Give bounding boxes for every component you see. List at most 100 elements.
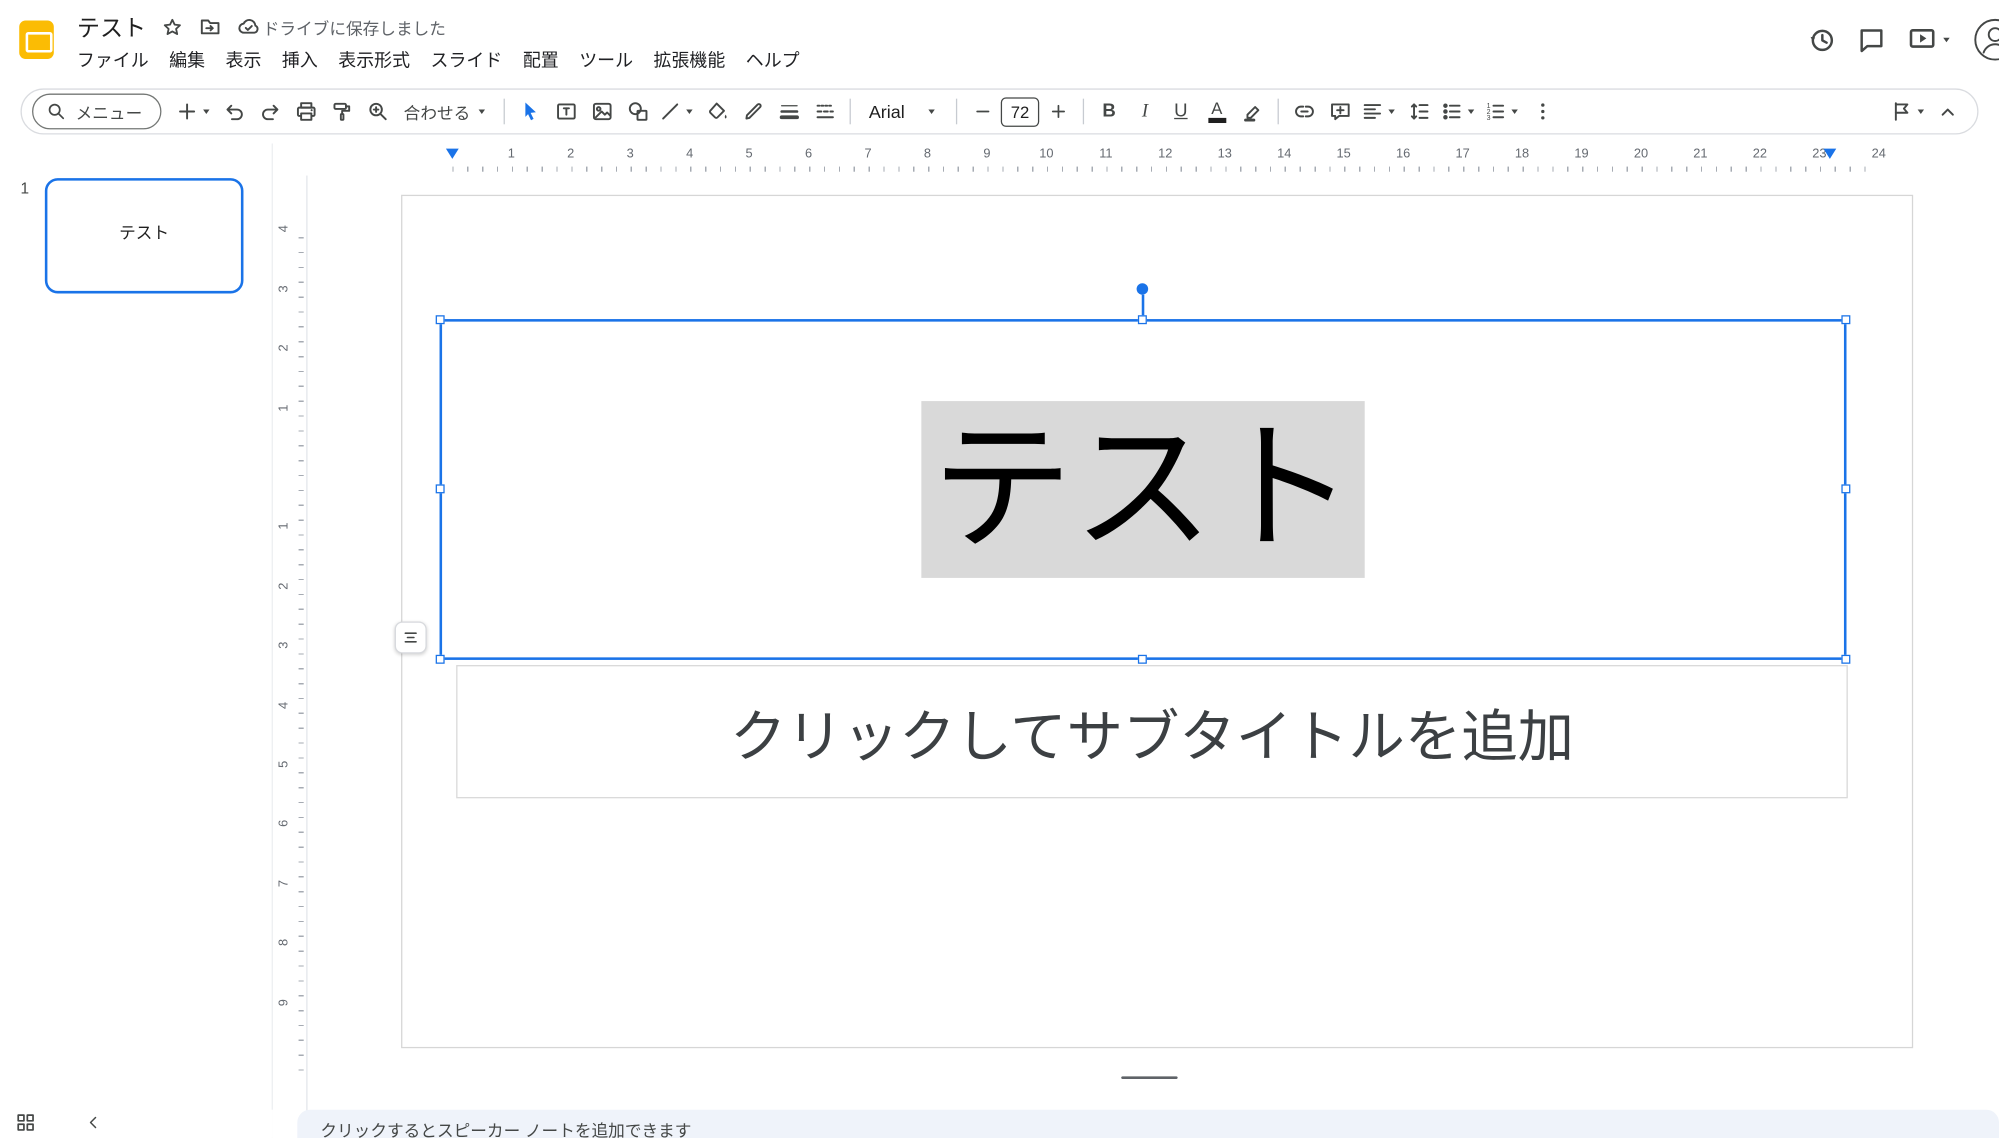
title-text-box[interactable]: テスト (440, 319, 1847, 660)
collapse-filmstrip-button[interactable] (85, 1114, 103, 1136)
text-color-button[interactable]: A (1199, 94, 1234, 130)
bullet-list-button[interactable] (1438, 94, 1480, 130)
ruler-number: 22 (1753, 147, 1767, 161)
star-button[interactable] (161, 16, 183, 38)
document-title[interactable]: テスト (77, 10, 146, 43)
google-slides-app: テスト ドライブに保存しました ファイル編集表示挿入表示形式スライド配置ツール拡… (0, 0, 1999, 1138)
rotation-handle[interactable] (1137, 283, 1149, 295)
align-button[interactable] (1358, 94, 1400, 130)
resize-handle-se[interactable] (1841, 655, 1850, 664)
border-dash-button[interactable] (807, 94, 842, 130)
menu-item[interactable]: 編集 (159, 44, 215, 77)
history-icon (1807, 25, 1836, 54)
add-comment-button[interactable] (1322, 94, 1357, 130)
speaker-notes-bar[interactable]: クリックするとスピーカー ノートを追加できます (297, 1110, 1999, 1138)
indent-marker-left[interactable] (445, 149, 458, 159)
resize-handle-n[interactable] (1138, 315, 1147, 324)
text-color-label: A (1211, 100, 1222, 117)
menu-item[interactable]: スライド (420, 44, 512, 77)
plus-icon (176, 100, 199, 123)
grid-view-button[interactable] (15, 1112, 36, 1136)
print-icon (294, 100, 317, 123)
slide-title-text[interactable]: テスト (921, 401, 1364, 579)
notes-resize-handle[interactable] (1121, 1076, 1177, 1079)
undo-button[interactable] (217, 94, 252, 130)
vertical-ruler[interactable]: 4321123456789 (273, 176, 308, 1138)
slide-canvas[interactable]: テスト クリックしてサブタイトルを追加 (401, 195, 1913, 1048)
resize-handle-w[interactable] (436, 484, 445, 493)
collapse-toolbar-button[interactable] (1930, 94, 1965, 130)
menu-item[interactable]: 表示 (215, 44, 271, 77)
ruler-number: 1 (277, 404, 291, 411)
ruler-number: 18 (1515, 147, 1529, 161)
more-options-button[interactable] (1525, 94, 1560, 130)
font-size-input[interactable] (1001, 97, 1039, 126)
pen-mode-button[interactable] (1888, 94, 1930, 130)
toolbar: メニュー 合わせる (21, 88, 1979, 134)
move-folder-button[interactable] (199, 15, 222, 38)
italic-button[interactable]: I (1128, 94, 1163, 130)
slides-logo-icon[interactable] (19, 21, 54, 59)
text-fit-button[interactable] (395, 621, 427, 653)
insert-image-button[interactable] (584, 94, 619, 130)
ruler-number: 9 (277, 999, 291, 1006)
text-fit-icon (401, 628, 420, 647)
present-button[interactable] (1907, 24, 1953, 55)
resize-handle-sw[interactable] (436, 655, 445, 664)
caret-down-icon (475, 105, 488, 118)
insert-shape-button[interactable] (620, 94, 655, 130)
highlight-color-button[interactable] (1235, 94, 1270, 130)
increase-font-size-button[interactable] (1041, 94, 1076, 130)
resize-handle-ne[interactable] (1841, 315, 1850, 324)
slide-number: 1 (21, 179, 30, 197)
resize-handle-nw[interactable] (436, 315, 445, 324)
version-history-button[interactable] (1807, 25, 1836, 54)
menu-item[interactable]: ヘルプ (736, 44, 810, 77)
insert-link-button[interactable] (1287, 94, 1322, 130)
border-color-button[interactable] (736, 94, 771, 130)
menu-item[interactable]: 配置 (513, 44, 569, 77)
numbered-list-button[interactable]: 123 (1481, 94, 1523, 130)
comments-button[interactable] (1857, 25, 1886, 54)
subtitle-placeholder-box[interactable]: クリックしてサブタイトルを追加 (456, 665, 1848, 798)
print-button[interactable] (288, 94, 323, 130)
menu-item[interactable]: 挿入 (272, 44, 328, 77)
search-icon (46, 101, 67, 122)
menu-item[interactable]: ファイル (67, 44, 159, 77)
search-menus-button[interactable]: メニュー (32, 94, 161, 130)
save-status[interactable]: ドライブに保存しました (237, 15, 446, 39)
redo-button[interactable] (252, 94, 287, 130)
menu-item[interactable]: 表示形式 (328, 44, 420, 77)
indent-marker-right[interactable] (1823, 149, 1836, 159)
account-avatar[interactable] (1973, 18, 1999, 62)
canvas[interactable]: テスト クリックしてサブタイトルを追加 (308, 176, 1999, 1138)
ruler-number: 16 (1396, 147, 1410, 161)
text-box-button[interactable] (548, 94, 583, 130)
ruler-number: 15 (1337, 147, 1351, 161)
menu-item[interactable]: 拡張機能 (643, 44, 735, 77)
horizontal-ruler[interactable]: 123456789101112131415161718192021222324 (308, 144, 1999, 176)
zoom-button[interactable] (360, 94, 395, 130)
caret-down-icon (1940, 33, 1953, 46)
toolbar-separator (1083, 99, 1084, 125)
ruler-number: 21 (1693, 147, 1707, 161)
line-spacing-button[interactable] (1402, 94, 1437, 130)
font-family-select[interactable]: Arial (859, 94, 949, 130)
underline-button[interactable]: U (1164, 94, 1199, 130)
paint-format-button[interactable] (324, 94, 359, 130)
ruler-number: 1 (508, 147, 515, 161)
bold-button[interactable]: B (1092, 94, 1127, 130)
resize-handle-e[interactable] (1841, 484, 1850, 493)
menu-item[interactable]: ツール (569, 44, 643, 77)
fill-color-button[interactable] (700, 94, 735, 130)
insert-line-button[interactable] (656, 94, 698, 130)
menu-pill-label: メニュー (76, 99, 143, 123)
select-tool-button[interactable] (513, 94, 548, 130)
align-left-icon (1361, 100, 1384, 123)
resize-handle-s[interactable] (1138, 655, 1147, 664)
new-slide-button[interactable] (173, 94, 215, 130)
decrease-font-size-button[interactable] (965, 94, 1000, 130)
border-weight-button[interactable] (771, 94, 806, 130)
slide-thumbnail-1[interactable]: テスト (45, 178, 244, 293)
zoom-fit-button[interactable]: 合わせる (396, 94, 496, 130)
